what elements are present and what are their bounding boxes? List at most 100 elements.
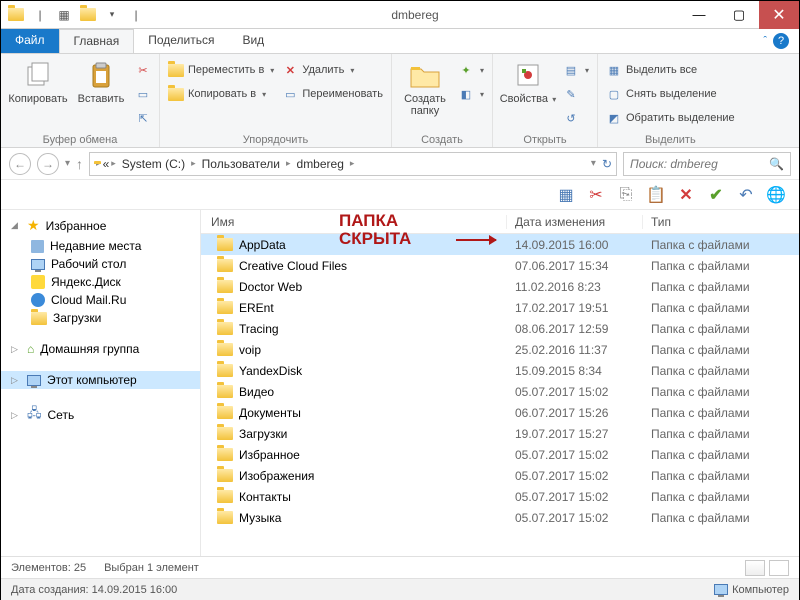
search-box[interactable]: 🔍 [623,152,791,176]
file-row[interactable]: Загрузки19.07.2017 15:27Папка с файлами [201,423,799,444]
recent-locations-button[interactable]: ▾ [65,158,70,169]
minimize-button[interactable]: — [679,1,719,29]
invert-selection-button[interactable]: ◩Обратить выделение [604,107,737,129]
copy-button[interactable]: Копировать [7,57,69,105]
sidebar-favorites[interactable]: ◢★Избранное [1,214,200,237]
breadcrumb[interactable]: ▸ « ▸ System (C:) ▸ Пользователи ▸ dmber… [89,152,617,176]
scissors-icon: ✂ [135,62,151,78]
help-icon[interactable]: ? [773,33,789,49]
paste-icon[interactable]: 📋 [645,184,667,206]
sidebar-downloads[interactable]: Загрузки [1,309,200,327]
file-date: 05.07.2017 15:02 [507,385,643,399]
delete-icon[interactable]: ✕ [675,184,697,206]
sidebar-desktop[interactable]: Рабочий стол [1,255,200,273]
qat-properties-icon[interactable]: ▦ [53,4,75,26]
paste-button[interactable]: Вставить [73,57,129,105]
undo-icon[interactable]: ↶ [735,184,757,206]
selection-count: Выбран 1 элемент [104,562,199,574]
column-name[interactable]: Имя [201,215,507,229]
refresh-icon[interactable]: ↻ [602,157,612,171]
new-item-button[interactable]: ✦▾ [456,59,486,81]
search-icon[interactable]: 🔍 [769,157,784,171]
close-button[interactable]: ✕ [759,1,799,29]
properties-button[interactable]: Свойства ▾ [499,57,557,106]
delete-button[interactable]: ✕Удалить▾ [280,59,385,81]
select-none-button[interactable]: ▢Снять выделение [604,83,737,105]
sidebar-recent[interactable]: Недавние места [1,237,200,255]
select-none-icon: ▢ [606,86,622,102]
chevron-down-icon: ▾ [262,90,266,99]
tab-share[interactable]: Поделиться [134,29,228,53]
preview-pane-icon[interactable]: ▦ [555,184,577,206]
quick-access-toolbar: | ▦ ▾ | [1,4,151,26]
globe-icon[interactable]: 🌐 [765,184,787,206]
edit-button[interactable]: ✎ [561,83,591,105]
sidebar-mailru[interactable]: Cloud Mail.Ru [1,291,200,309]
qat-dropdown-icon[interactable]: ▾ [101,4,123,26]
forward-button[interactable]: → [37,153,59,175]
open-button[interactable]: ▤▾ [561,59,591,81]
file-row[interactable]: voip25.02.2016 11:37Папка с файлами [201,339,799,360]
icons-view-button[interactable] [769,560,789,576]
search-input[interactable] [630,157,763,171]
file-row[interactable]: Doctor Web11.02.2016 8:23Папка с файлами [201,276,799,297]
paste-shortcut-button[interactable]: ⇱ [133,107,153,129]
sidebar-homegroup[interactable]: ▷⌂Домашняя группа [1,339,200,359]
address-bar: ← → ▾ ↑ ▸ « ▸ System (C:) ▸ Пользователи… [1,148,799,180]
column-type[interactable]: Тип [643,215,799,229]
ribbon-collapse-icon[interactable]: ˆ [763,35,767,47]
file-row[interactable]: Видео05.07.2017 15:02Папка с файлами [201,381,799,402]
tab-home[interactable]: Главная [59,29,135,53]
qat-folder-icon[interactable] [5,4,27,26]
file-row[interactable]: Изображения05.07.2017 15:02Папка с файла… [201,465,799,486]
move-to-button[interactable]: Переместить в▾ [166,59,276,81]
file-type: Папка с файлами [643,364,799,378]
crumb-system[interactable]: System (C:) [118,157,189,171]
crumb-dmbereg[interactable]: dmbereg [293,157,348,171]
history-icon: ↺ [563,110,579,126]
tab-file[interactable]: Файл [1,29,59,53]
file-row[interactable]: Избранное05.07.2017 15:02Папка с файлами [201,444,799,465]
invert-icon: ◩ [606,110,622,126]
crumb-users[interactable]: Пользователи [198,157,284,171]
file-row[interactable]: Контакты05.07.2017 15:02Папка с файлами [201,486,799,507]
file-row[interactable]: Creative Cloud Files07.06.2017 15:34Папк… [201,255,799,276]
address-dropdown-icon[interactable]: ▾ [591,158,596,169]
tab-view[interactable]: Вид [228,29,278,53]
file-row[interactable]: Документы06.07.2017 15:26Папка с файлами [201,402,799,423]
paste-shortcut-icon: ⇱ [135,110,151,126]
easy-access-icon: ◧ [458,86,474,102]
details-view-button[interactable] [745,560,765,576]
file-row[interactable]: YandexDisk15.09.2015 8:34Папка с файлами [201,360,799,381]
file-row[interactable]: AppData14.09.2015 16:00Папка с файлами [201,234,799,255]
copy-path-button[interactable]: ▭ [133,83,153,105]
breadcrumb-ellipsis[interactable]: « [103,157,110,171]
file-row[interactable]: Tracing08.06.2017 12:59Папка с файлами [201,318,799,339]
check-icon[interactable]: ✔ [705,184,727,206]
cut-icon[interactable]: ✂ [585,184,607,206]
history-button[interactable]: ↺ [561,107,591,129]
back-button[interactable]: ← [9,153,31,175]
column-date[interactable]: Дата изменения [507,215,643,229]
easy-access-button[interactable]: ◧▾ [456,83,486,105]
file-name: Doctor Web [239,280,302,294]
file-date: 11.02.2016 8:23 [507,280,643,294]
sidebar-network[interactable]: ▷🖧Сеть [1,401,200,429]
sidebar-yandex[interactable]: Яндекс.Диск [1,273,200,291]
copy-icon[interactable]: ⎘ [615,184,637,206]
rename-button[interactable]: ▭Переименовать [280,83,385,105]
file-type: Папка с файлами [643,469,799,483]
up-button[interactable]: ↑ [76,156,83,172]
file-type: Папка с файлами [643,490,799,504]
cut-button[interactable]: ✂ [133,59,153,81]
ribbon-group-new: Создать папку ✦▾ ◧▾ Создать [392,54,493,147]
new-folder-button[interactable]: Создать папку [398,57,452,117]
file-row[interactable]: Музыка05.07.2017 15:02Папка с файлами [201,507,799,528]
desktop-icon [31,259,45,270]
sidebar-this-pc[interactable]: ▷Этот компьютер [1,371,200,389]
copy-to-button[interactable]: Копировать в▾ [166,83,276,105]
maximize-button[interactable]: ▢ [719,1,759,29]
qat-open-icon[interactable] [77,4,99,26]
file-row[interactable]: EREnt17.02.2017 19:51Папка с файлами [201,297,799,318]
select-all-button[interactable]: ▦Выделить все [604,59,737,81]
